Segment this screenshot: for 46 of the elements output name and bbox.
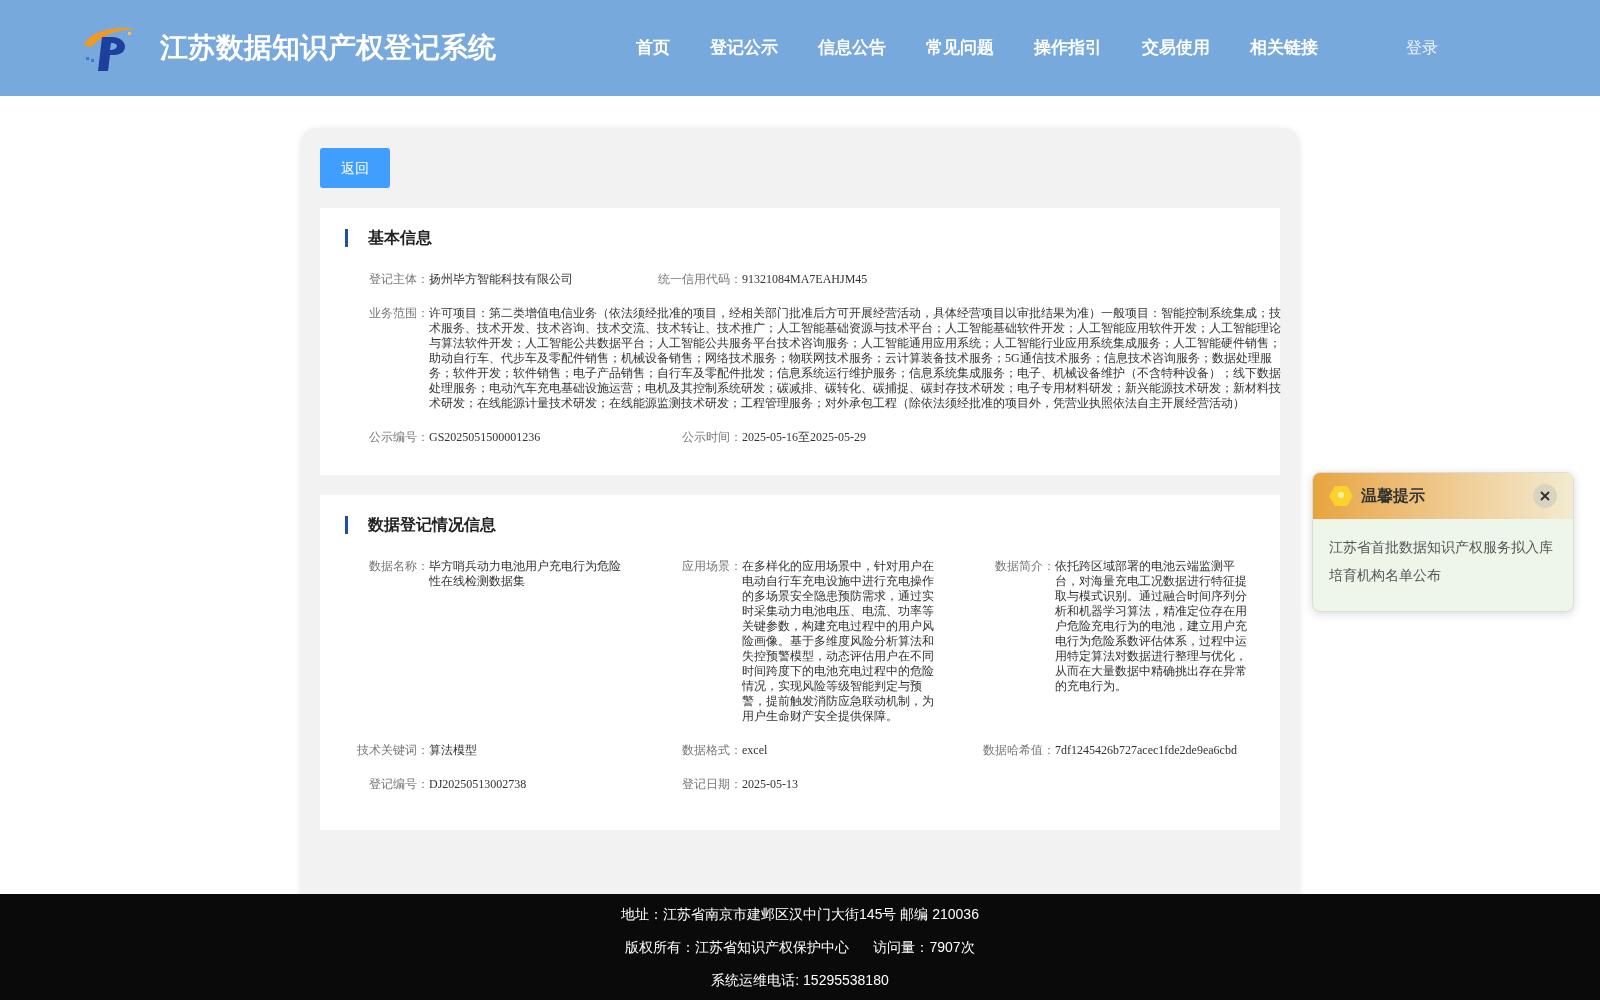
nav-link[interactable]: 操作指引: [1034, 35, 1102, 61]
section-title: 数据登记情况信息: [368, 515, 496, 535]
field-value: 许可项目：第二类增值电信业务（依法须经批准的项目，经相关部门批准后方可开展经营活动，具体经营项目以审批结果为准）一般项目：智能控制系统集成；技术服务、技术开发、技术咨询、技术交流、技术转让、技术推广；人工智能基础资源与技术平台；人工智能基础软件开发；人工智能应用软件开发；人工智能理论与算法软件开发；人工智能公共数据平台；人工智能公共服务平台技术咨询服务；人工智能通用应用系统；人工智能行业应用系统集成服务；人工智能硬件销售；助动自行车、代步车及零配件销售；机械设备销售；网络技术服务；物联网技术服务；云计算装备技术服务；5G通信技术服务；信息技术咨询服务；数据处理服务；软件开发；软件销售；电子产品销售；自行车及零配件批发；信息系统运行维护服务；信息系统集成服务；电子、机械设备维护（不含特种设备）；线下数据处理服务；电动汽车充电基础设施运营；电机及其控制系统研发；碳减排、碳转化、碳捕捉、碳封存技术研发；电子专用材料研发；新兴能源技术研发；新材料技术研发；在线能源计量技术研发；在线能源监测技术研发；工程管理服务；对外承包工程（除依法须经批准的项目外，凭营业执照依法自主开展经营活动）: [429, 306, 1282, 411]
close-icon: [1540, 491, 1550, 501]
field-value: 2025-05-16至2025-05-29: [742, 430, 867, 445]
field-value: 依托跨区域部署的电池云端监测平台，对海量充电工况数据进行特征提取与模式识别。通过融合时间序列分析和机器学习算法，精准定位存在用户危险充电行为的电池，建立用户充电行为危险系数评估体系，过程中运用特定算法对数据进行整理与优化，从而在大量数据中精确挑出存在异常的充电行为。: [1055, 559, 1248, 695]
field-value: 7df1245426b727acec1fde2de9ea6cbd: [1055, 743, 1238, 758]
site-title: 江苏数据知识产权登记系统: [160, 31, 496, 65]
field-value: 在多样化的应用场景中，针对用户在电动自行车充电设施中进行充电操作的多场景安全隐患预防需求，通过实时采集动力电池电压、电流、功率等关键参数，构建充电过程中的用户风险画像。基于多维度风险分析算法和失控预警模型，动态评估用户在不同时间跨度下的电池充电过程中的危险情况，实现风险等级智能判定与预警，提前触发消防应急联动机制，为用户生命财产安全提供保障。: [742, 559, 935, 724]
close-button[interactable]: [1533, 484, 1557, 508]
notice-text: 江苏省首批数据知识产权服务拟入库培育机构名单公布: [1329, 538, 1554, 585]
field-label: 数据简介：: [994, 559, 1055, 575]
field-label: 数据格式：: [681, 743, 742, 758]
field-value: 91321084MA7EAHJM45: [742, 272, 869, 287]
field-value: 扬州毕方智能科技有限公司: [429, 272, 574, 287]
footer-text: 版权所有：江苏省知识产权保护中心: [625, 937, 850, 957]
login-link[interactable]: 登录: [1406, 36, 1438, 60]
nav-link[interactable]: 登记公示: [710, 35, 778, 61]
field-value: DJ20250513002738: [429, 777, 528, 792]
field-label: 登记日期：: [681, 777, 742, 792]
nav-link[interactable]: 首页: [636, 35, 670, 61]
footer-text: 系统运维电话: 15295538180: [711, 970, 889, 990]
nav-link[interactable]: 常见问题: [926, 35, 994, 61]
field-label: 数据哈希值：: [982, 743, 1055, 758]
field-label: 业务范围：: [368, 306, 429, 322]
nav-link[interactable]: 相关链接: [1250, 35, 1318, 61]
back-button[interactable]: 返回: [320, 148, 390, 188]
field-label: 统一信用代码：: [658, 272, 742, 287]
field-value: GS2025051500001236: [429, 430, 542, 445]
visit-count: 访问量：7907次: [873, 937, 975, 957]
notice-title: 温馨提示: [1361, 486, 1425, 506]
field-value: 2025-05-13: [742, 777, 799, 792]
field-value: 毕方哨兵动力电池用户充电行为危险性在线检测数据集: [429, 559, 622, 590]
field-label: 公示编号：: [368, 430, 429, 445]
field-label: 登记编号：: [368, 777, 429, 792]
field-label: 公示时间：: [681, 430, 742, 445]
footer-text: 地址：江苏省南京市建邺区汉中门大街145号 邮编 210036: [621, 904, 979, 924]
section-title: 基本信息: [368, 228, 432, 248]
field-label: 技术关键词：: [356, 743, 429, 758]
nav-link[interactable]: 信息公告: [818, 35, 886, 61]
field-value: 算法模型: [429, 743, 478, 758]
field-label: 数据名称：: [368, 559, 429, 575]
field-value: excel: [742, 743, 769, 758]
nav-link[interactable]: 交易使用: [1142, 35, 1210, 61]
field-label: 登记主体：: [368, 272, 429, 287]
field-label: 应用场景：: [681, 559, 742, 575]
